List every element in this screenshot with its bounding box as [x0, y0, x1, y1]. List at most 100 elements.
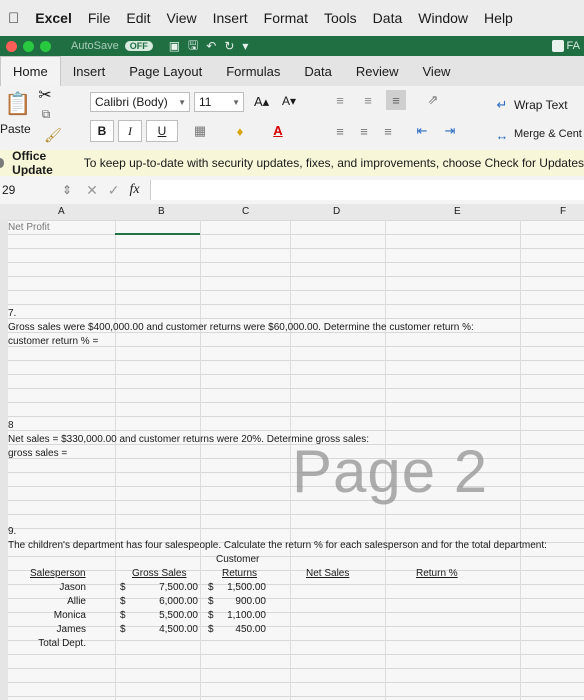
column-divider: [290, 220, 291, 700]
bold-button[interactable]: B: [90, 120, 114, 142]
table-header-salesperson[interactable]: Salesperson: [30, 568, 86, 579]
align-right-icon[interactable]: ≡: [378, 122, 398, 140]
table-cell-name[interactable]: James: [30, 624, 86, 635]
table-cell-name[interactable]: Jason: [30, 582, 86, 593]
question-8-number[interactable]: 8: [8, 420, 14, 431]
table-cell-gross[interactable]: 6,000.00: [134, 596, 198, 607]
page-watermark: Page 2: [292, 438, 489, 505]
font-name-select[interactable]: Calibri (Body) ▼: [90, 92, 190, 112]
font-color-icon[interactable]: A: [264, 120, 292, 140]
info-icon: [0, 158, 5, 168]
question-7-answer-label[interactable]: customer return % =: [8, 336, 98, 347]
menu-view[interactable]: View: [167, 10, 197, 26]
redo-icon[interactable]: ↻: [224, 39, 234, 53]
column-header-b[interactable]: B: [158, 206, 165, 217]
banner-message[interactable]: To keep up-to-date with security updates…: [84, 156, 584, 170]
home-icon[interactable]: ▣: [169, 39, 180, 53]
align-bottom-icon[interactable]: ≡: [386, 90, 406, 110]
wrap-text-button[interactable]: Wrap Text: [514, 98, 568, 112]
menu-edit[interactable]: Edit: [126, 10, 150, 26]
table-cell-gross[interactable]: 7,500.00: [134, 582, 198, 593]
table-cell-gross[interactable]: 5,500.00: [134, 610, 198, 621]
tab-insert[interactable]: Insert: [61, 56, 118, 86]
table-cell-returns[interactable]: 1,100.00: [216, 610, 266, 621]
table-cell-currency: $: [208, 610, 214, 621]
customize-toolbar-icon[interactable]: ▾: [242, 39, 248, 53]
align-left-icon[interactable]: ≡: [330, 122, 350, 140]
table-cell-returns[interactable]: 900.00: [216, 596, 266, 607]
formula-bar: 29 ⇕ ✕ ✓ fx: [0, 176, 584, 205]
align-top-icon[interactable]: ≡: [330, 90, 350, 110]
font-size-select[interactable]: 11 ▼: [194, 92, 244, 112]
table-header-net-sales[interactable]: Net Sales: [306, 568, 349, 579]
close-window-button[interactable]: [6, 40, 17, 52]
table-cell-returns[interactable]: 450.00: [216, 624, 266, 635]
function-icon[interactable]: fx: [130, 182, 140, 198]
selected-cell[interactable]: [115, 233, 200, 235]
formula-input[interactable]: [149, 180, 584, 200]
zoom-window-button[interactable]: [40, 40, 51, 52]
paste-button[interactable]: Paste: [0, 122, 31, 136]
increase-indent-icon[interactable]: ⇥: [438, 122, 462, 140]
orientation-icon[interactable]: ⇗: [418, 90, 448, 110]
cell-label-net-profit[interactable]: Net Profit: [8, 222, 50, 233]
menu-help[interactable]: Help: [484, 10, 513, 26]
tab-page-layout[interactable]: Page Layout: [117, 56, 214, 86]
clipboard-icon[interactable]: 📋: [4, 90, 32, 118]
tab-review[interactable]: Review: [344, 56, 411, 86]
tab-home[interactable]: Home: [0, 55, 61, 87]
italic-button[interactable]: I: [118, 120, 142, 142]
tab-data[interactable]: Data: [292, 56, 343, 86]
menu-window[interactable]: Window: [418, 10, 468, 26]
merge-center-button[interactable]: Merge & Cent: [514, 128, 582, 140]
name-box[interactable]: 29: [2, 183, 42, 197]
table-cell-returns[interactable]: 1,500.00: [216, 582, 266, 593]
table-cell-name[interactable]: Allie: [30, 596, 86, 607]
menu-file[interactable]: File: [88, 10, 111, 26]
column-header-e[interactable]: E: [454, 206, 461, 217]
grow-font-button[interactable]: A▴: [254, 94, 269, 110]
menu-format[interactable]: Format: [264, 10, 308, 26]
tab-view[interactable]: View: [411, 56, 463, 86]
autosave-toggle[interactable]: OFF: [124, 41, 153, 51]
question-7-text[interactable]: Gross sales were $400,000.00 and custome…: [8, 322, 474, 333]
column-header-a[interactable]: A: [58, 206, 65, 217]
minimize-window-button[interactable]: [23, 40, 34, 52]
underline-button[interactable]: U: [146, 120, 178, 142]
undo-icon[interactable]: ↶: [206, 39, 216, 53]
table-cell-name[interactable]: Monica: [30, 610, 86, 621]
question-8-answer-label[interactable]: gross sales =: [8, 448, 67, 459]
column-header-c[interactable]: C: [242, 206, 249, 217]
column-header-f[interactable]: F: [560, 206, 566, 217]
table-cell-total-label[interactable]: Total Dept.: [20, 638, 86, 649]
shrink-font-button[interactable]: A▾: [282, 94, 296, 108]
cut-icon[interactable]: ✂: [36, 86, 54, 104]
menu-tools[interactable]: Tools: [324, 10, 357, 26]
column-headers: A B C D E F: [0, 204, 584, 221]
apple-icon[interactable]: : [8, 10, 19, 27]
format-painter-icon[interactable]: 🖌: [44, 126, 62, 144]
column-header-d[interactable]: D: [333, 206, 340, 217]
table-header-customer[interactable]: Customer: [216, 554, 259, 565]
question-7-number[interactable]: 7.: [8, 308, 16, 319]
copy-icon[interactable]: ⧉: [38, 106, 54, 122]
table-cell-gross[interactable]: 4,500.00: [134, 624, 198, 635]
table-header-gross-sales[interactable]: Gross Sales: [132, 568, 186, 579]
decrease-indent-icon[interactable]: ⇤: [410, 122, 434, 140]
name-box-stepper-icon[interactable]: ⇕: [62, 183, 72, 197]
table-header-return-pct[interactable]: Return %: [416, 568, 458, 579]
fill-color-icon[interactable]: ♦: [226, 122, 254, 140]
enter-icon[interactable]: ✓: [108, 182, 120, 199]
menu-app-name[interactable]: Excel: [35, 10, 72, 26]
question-9-number[interactable]: 9.: [8, 526, 16, 537]
menu-insert[interactable]: Insert: [213, 10, 248, 26]
align-center-icon[interactable]: ≡: [354, 122, 374, 140]
save-icon[interactable]: 🖫: [188, 36, 198, 57]
cancel-icon[interactable]: ✕: [86, 182, 98, 199]
tab-formulas[interactable]: Formulas: [214, 56, 292, 86]
question-9-text[interactable]: The children's department has four sales…: [8, 540, 547, 551]
menu-data[interactable]: Data: [373, 10, 403, 26]
table-header-returns[interactable]: Returns: [222, 568, 257, 579]
borders-icon[interactable]: ▦: [186, 122, 214, 140]
align-middle-icon[interactable]: ≡: [358, 90, 378, 110]
